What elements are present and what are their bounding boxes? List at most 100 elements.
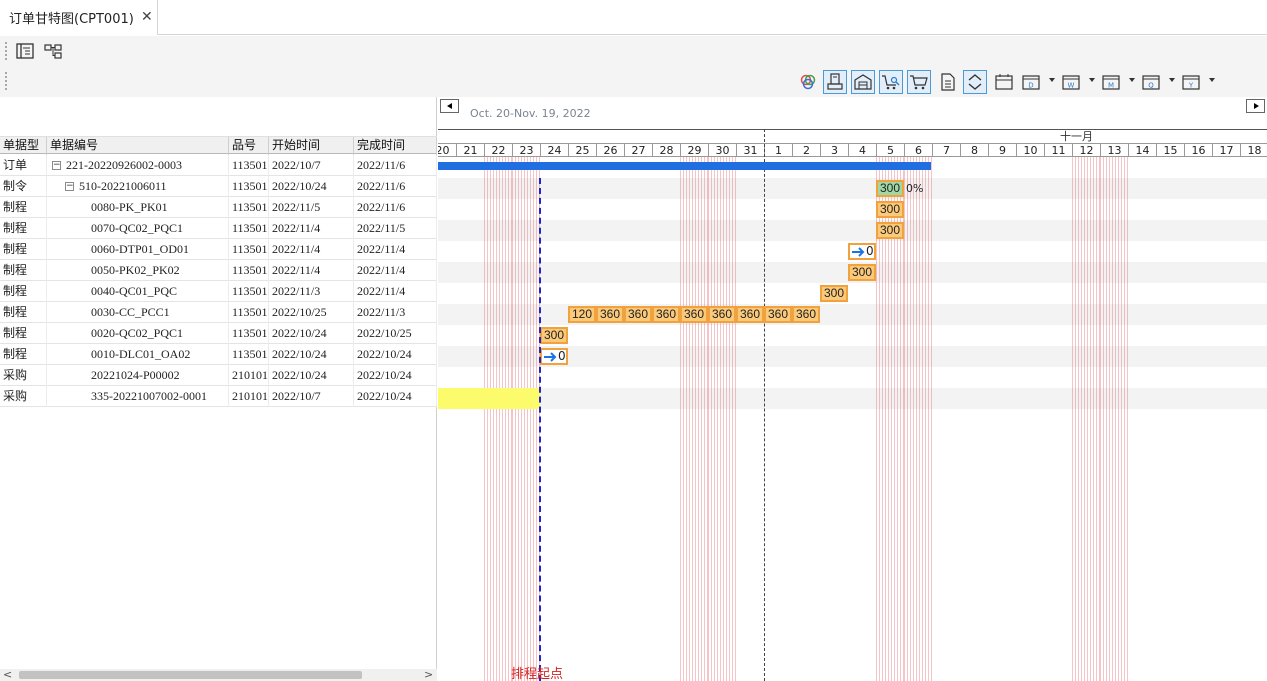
task-bar[interactable]: 360 (708, 306, 736, 323)
list-view-icon[interactable] (13, 39, 37, 63)
doc-number-text: 510-20221006011 (79, 179, 167, 193)
task-bar[interactable]: 360 (764, 306, 792, 323)
month-label: 十一月 (1060, 130, 1093, 143)
tab-order-gantt[interactable]: 订单甘特图(CPT001) ✕ (0, 0, 158, 35)
column-header-part-no[interactable]: 品号 (229, 137, 269, 155)
task-bar[interactable]: 360 (680, 306, 708, 323)
doc-number-text: 0040-QC01_PQC (91, 284, 178, 298)
task-bar[interactable]: 300 (820, 285, 848, 302)
toolbar-gantt: D W M Q Y (0, 66, 1267, 97)
table-row[interactable]: 制程 0040-QC01_PQC 113501 2022/11/3 2022/11/4 (0, 281, 437, 302)
calendar-month-icon[interactable]: M (1099, 70, 1123, 94)
task-bar[interactable]: 0 (540, 348, 568, 365)
doc-number-cell: 335-20221007002-0001 (47, 386, 229, 407)
chevron-down-icon[interactable] (1169, 78, 1175, 82)
part-no-cell: 113501 (229, 281, 269, 302)
task-bar[interactable]: 360 (792, 306, 820, 323)
table-row[interactable]: 订单 −221-20220926002-0003 113501 2022/10/7 20… (0, 155, 437, 176)
table-row[interactable]: 制程 0060-DTP01_OD01 113501 2022/11/4 2022/11/… (0, 239, 437, 260)
day-header-cell: 18 (1240, 144, 1267, 157)
task-bar[interactable]: 360 (624, 306, 652, 323)
task-bar[interactable]: 300 (876, 180, 904, 197)
table-row[interactable]: 采购 20221024-P00002 210101 2022/10/24 2022/10… (0, 365, 437, 386)
cart-search-icon[interactable] (879, 70, 903, 94)
task-bar[interactable]: 360 (596, 306, 624, 323)
table-row[interactable]: 采购 335-20221007002-0001 210101 2022/10/7 202… (0, 386, 437, 407)
toolbar-grip[interactable] (5, 42, 7, 60)
day-header-cell: 31 (736, 144, 764, 157)
calendar-year-icon[interactable]: Y (1179, 70, 1203, 94)
color-circles-icon[interactable] (796, 70, 820, 94)
day-header-cell: 6 (904, 144, 932, 157)
tree-view-icon[interactable] (41, 39, 65, 63)
doc-number-text: 0020-QC02_PQC1 (91, 326, 184, 340)
purchase-bar[interactable] (438, 388, 540, 409)
chevron-down-icon[interactable] (1089, 78, 1095, 82)
task-bar[interactable]: 300 (876, 201, 904, 218)
task-bar[interactable]: 120 (568, 306, 596, 323)
gantt-row (438, 199, 1267, 220)
task-bar[interactable]: 0 (848, 243, 876, 260)
column-header-start-time[interactable]: 开始时间 (269, 137, 354, 155)
scroll-left-icon[interactable]: < (3, 668, 12, 681)
calendar-quarter-icon[interactable]: Q (1139, 70, 1163, 94)
start-time-cell: 2022/11/4 (269, 218, 354, 239)
part-no-cell: 113501 (229, 239, 269, 260)
task-bar[interactable]: 300 (540, 327, 568, 344)
calendar-month-letter: M (1108, 82, 1114, 90)
chevron-down-icon[interactable] (1209, 78, 1215, 82)
calendar-day-icon[interactable]: D (1019, 70, 1043, 94)
scroll-right-icon[interactable]: > (424, 668, 433, 681)
day-header-cell: 4 (848, 144, 876, 157)
cart-icon[interactable] (907, 70, 931, 94)
table-row[interactable]: 制程 0080-PK_PK01 113501 2022/11/5 2022/11/6 (0, 197, 437, 218)
prev-period-button[interactable] (440, 99, 459, 113)
order-bar[interactable] (438, 162, 931, 170)
table-row[interactable]: 制程 0050-PK02_PK02 113501 2022/11/4 2022/11/4 (0, 260, 437, 281)
chevron-down-icon[interactable] (1049, 78, 1055, 82)
calendar-year-letter: Y (1188, 82, 1194, 90)
calendar-quarter-letter: Q (1148, 82, 1154, 90)
table-row[interactable]: 制程 0020-QC02_PQC1 113501 2022/10/24 2022/10/… (0, 323, 437, 344)
column-header-doc-number[interactable]: 单据编号 (47, 137, 229, 155)
chevron-down-icon[interactable] (1129, 78, 1135, 82)
close-icon[interactable]: ✕ (141, 9, 153, 25)
table-row[interactable]: 制程 0010-DLC01_OA02 113501 2022/10/24 2022/10… (0, 344, 437, 365)
doc-number-cell: 0080-PK_PK01 (47, 197, 229, 218)
task-bar[interactable]: 300 (876, 222, 904, 239)
day-header-cell: 8 (960, 144, 988, 157)
toolbar-grip[interactable] (5, 72, 7, 90)
collapse-icon[interactable]: − (52, 160, 61, 170)
day-header-cell: 9 (988, 144, 1016, 157)
next-period-button[interactable] (1246, 99, 1265, 113)
warehouse-icon[interactable] (851, 70, 875, 94)
table-row[interactable]: 制程 0030-CC_PCC1 113501 2022/10/25 2022/11/3 (0, 302, 437, 323)
task-bar[interactable]: 360 (736, 306, 764, 323)
table-row[interactable]: 制程 0070-QC02_PQC1 113501 2022/11/4 2022/11/5 (0, 218, 437, 239)
collapse-icon[interactable]: − (65, 181, 74, 191)
scrollbar-thumb[interactable] (19, 671, 362, 679)
table-row[interactable]: 制令 −510-20221006011 113501 2022/10/24 2022/1… (0, 176, 437, 197)
doc-type-cell: 制程 (0, 218, 47, 239)
doc-number-text: 20221024-P00002 (91, 368, 180, 382)
weekend-shading (904, 157, 932, 681)
grid-horizontal-scrollbar[interactable]: < > (0, 668, 437, 681)
task-bar[interactable]: 360 (652, 306, 680, 323)
calendar-week-icon[interactable]: W (1059, 70, 1083, 94)
save-icon[interactable] (823, 70, 847, 94)
doc-number-text: 0060-DTP01_OD01 (91, 242, 189, 256)
calendar-day-letter: D (1028, 82, 1033, 90)
end-time-cell: 2022/10/25 (354, 323, 437, 344)
task-bar[interactable]: 300 (848, 264, 876, 281)
day-header-cell: 23 (512, 144, 540, 157)
part-no-cell: 210101 (229, 386, 269, 407)
expand-collapse-icon[interactable] (963, 70, 987, 94)
doc-number-cell: 0030-CC_PCC1 (47, 302, 229, 323)
calendar-icon[interactable] (992, 70, 1016, 94)
column-header-doc-type[interactable]: 单据型 (0, 137, 47, 155)
weekend-shading (1072, 157, 1100, 681)
gantt-row (438, 283, 1267, 304)
column-header-end-time[interactable]: 完成时间 (354, 137, 437, 155)
start-time-cell: 2022/11/4 (269, 260, 354, 281)
document-icon[interactable] (936, 70, 960, 94)
